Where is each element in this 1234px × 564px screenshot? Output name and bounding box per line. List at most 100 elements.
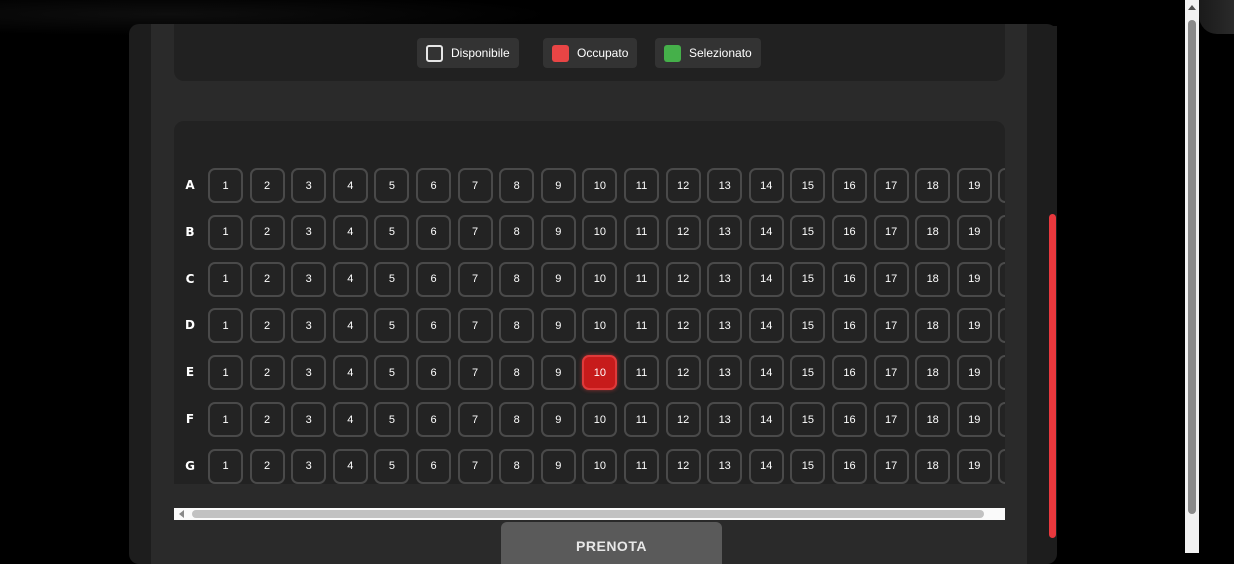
seat-button[interactable]: 15 (790, 308, 826, 344)
seat-button[interactable]: 3 (291, 261, 327, 297)
seat-button[interactable]: 13 (707, 168, 743, 203)
seat-button[interactable]: 18 (915, 448, 951, 484)
seat-button[interactable]: 15 (790, 402, 826, 437)
seat-button[interactable]: 6 (416, 308, 451, 344)
seat-button[interactable]: 8 (499, 261, 535, 297)
seat-button[interactable]: 5 (374, 355, 410, 391)
seat-button[interactable]: 6 (416, 355, 451, 391)
seat-button[interactable]: 17 (873, 402, 909, 437)
seat-button[interactable]: 15 (790, 448, 826, 484)
seat-button[interactable]: 9 (540, 355, 576, 391)
seat-button[interactable]: 16 (832, 355, 867, 391)
seat-button[interactable]: 12 (665, 355, 701, 391)
seat-button[interactable]: 13 (707, 261, 743, 297)
seat-button[interactable]: 3 (291, 308, 327, 344)
seat-button[interactable]: 5 (374, 168, 410, 203)
seat-button[interactable]: 10 (582, 308, 618, 344)
seat-button[interactable]: 7 (457, 168, 493, 203)
seat-button[interactable]: 9 (540, 214, 576, 250)
seat-button[interactable]: 3 (291, 214, 327, 250)
seat-button[interactable]: 10 (582, 448, 618, 484)
seat-button[interactable]: 11 (624, 261, 659, 297)
seat-button[interactable]: 2 (249, 214, 285, 250)
seat-button[interactable]: 17 (873, 448, 909, 484)
seat-button[interactable]: 14 (748, 448, 784, 484)
seat-button[interactable]: 3 (291, 168, 327, 203)
seat-button[interactable]: 19 (956, 261, 992, 297)
scroll-up-icon[interactable] (1188, 5, 1196, 10)
seat-button[interactable]: 4 (332, 261, 368, 297)
seat-button[interactable]: 16 (832, 402, 867, 437)
seat-button[interactable] (998, 308, 1005, 344)
seat-button[interactable]: 16 (832, 214, 867, 250)
seat-button[interactable]: 4 (332, 402, 368, 437)
seat-button[interactable]: 3 (291, 355, 327, 391)
seat-button[interactable]: 9 (540, 402, 576, 437)
seat-button[interactable]: 9 (540, 308, 576, 344)
seat-button[interactable]: 8 (499, 308, 535, 344)
seat-button[interactable]: 2 (249, 261, 285, 297)
seat-button[interactable]: 10 (582, 214, 618, 250)
seat-button[interactable]: 1 (208, 355, 243, 391)
seat-button[interactable]: 7 (457, 261, 493, 297)
seat-button[interactable]: 13 (707, 308, 743, 344)
seat-map-horizontal-scrollbar[interactable] (174, 508, 1005, 520)
seat-button[interactable]: 19 (956, 448, 992, 484)
book-button[interactable]: PRENOTA (501, 522, 722, 564)
seat-button[interactable]: 2 (249, 168, 285, 203)
seat-button[interactable]: 19 (956, 402, 992, 437)
seat-button[interactable]: 10 (582, 355, 618, 391)
seat-button[interactable]: 1 (208, 402, 243, 437)
seat-button[interactable]: 2 (249, 448, 285, 484)
seat-button[interactable]: 18 (915, 402, 951, 437)
seat-button[interactable]: 6 (416, 402, 451, 437)
seat-button[interactable]: 12 (665, 448, 701, 484)
seat-button[interactable]: 15 (790, 214, 826, 250)
seat-button[interactable]: 16 (832, 448, 867, 484)
seat-button[interactable]: 13 (707, 355, 743, 391)
seat-button[interactable]: 1 (208, 448, 243, 484)
page-scrollbar[interactable] (1185, 0, 1199, 553)
seat-button[interactable] (998, 355, 1005, 391)
seat-button[interactable]: 8 (499, 214, 535, 250)
seat-button[interactable]: 1 (208, 261, 243, 297)
seat-button[interactable]: 5 (374, 308, 410, 344)
seat-button[interactable]: 6 (416, 261, 451, 297)
seat-button[interactable]: 9 (540, 448, 576, 484)
seat-button[interactable]: 15 (790, 168, 826, 203)
seat-button[interactable]: 2 (249, 308, 285, 344)
seat-button[interactable]: 13 (707, 448, 743, 484)
seat-button[interactable] (998, 402, 1005, 437)
seat-button[interactable]: 6 (416, 448, 451, 484)
seat-button[interactable]: 1 (208, 308, 243, 344)
seat-button[interactable]: 18 (915, 168, 951, 203)
seat-button[interactable]: 7 (457, 308, 493, 344)
seat-button[interactable]: 4 (332, 214, 368, 250)
seat-button[interactable]: 5 (374, 448, 410, 484)
seat-button[interactable]: 3 (291, 448, 327, 484)
seat-button[interactable]: 7 (457, 448, 493, 484)
seat-button[interactable]: 4 (332, 355, 368, 391)
seat-button[interactable]: 19 (956, 168, 992, 203)
seat-button[interactable]: 18 (915, 308, 951, 344)
seat-button[interactable]: 6 (416, 214, 451, 250)
page-scroll-thumb[interactable] (1188, 20, 1196, 514)
seat-button[interactable]: 11 (624, 355, 659, 391)
seat-button[interactable]: 14 (748, 261, 784, 297)
seat-button[interactable]: 14 (748, 402, 784, 437)
seat-button[interactable]: 18 (915, 355, 951, 391)
seat-button[interactable]: 12 (665, 168, 701, 203)
seat-button[interactable]: 2 (249, 355, 285, 391)
seat-button[interactable]: 5 (374, 214, 410, 250)
seat-button[interactable]: 17 (873, 214, 909, 250)
seat-button[interactable] (998, 261, 1005, 297)
seat-button[interactable]: 18 (915, 261, 951, 297)
seat-button[interactable]: 8 (499, 168, 535, 203)
seat-button[interactable]: 11 (624, 214, 659, 250)
seat-button[interactable]: 19 (956, 214, 992, 250)
seat-button[interactable]: 6 (416, 168, 451, 203)
seat-button[interactable]: 11 (624, 448, 659, 484)
seat-button[interactable]: 10 (582, 168, 618, 203)
seat-button[interactable]: 8 (499, 448, 535, 484)
seat-button[interactable]: 1 (208, 168, 243, 203)
